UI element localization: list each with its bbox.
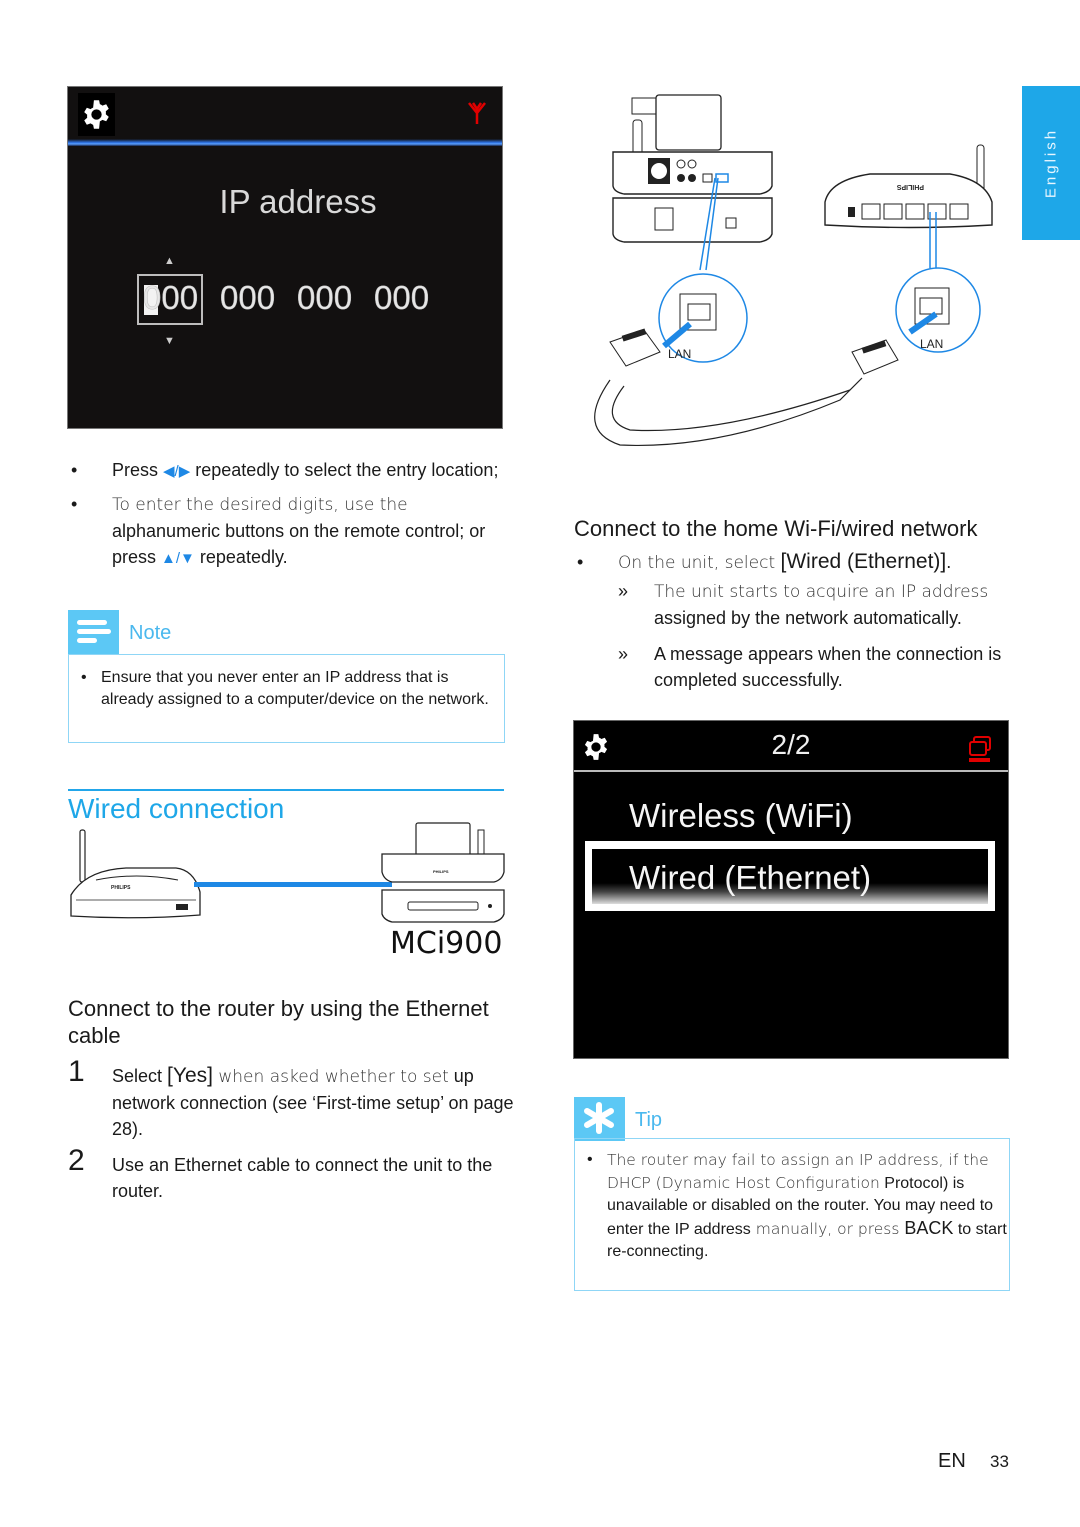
ip-octets: 000 000 000 000 xyxy=(143,279,451,317)
decrement-arrow-icon: ▼ xyxy=(164,335,175,347)
menu-item-wired-label: Wired (Ethernet) xyxy=(629,859,872,896)
increment-arrow-icon: ▲ xyxy=(164,255,175,267)
section-divider xyxy=(68,789,504,791)
home-network-heading: Connect to the home Wi-Fi/wired network xyxy=(574,516,978,541)
lan-label-right: LAN xyxy=(920,337,943,351)
result-item: » A message appears when the connection … xyxy=(618,644,1002,690)
home-network-instructions: • On the unit, select [Wired (Ethernet)]… xyxy=(574,549,1014,703)
tip-body: • The router may fail to assign an IP add… xyxy=(574,1138,1010,1291)
list-item: • Ensure that you never enter an IP addre… xyxy=(81,669,489,708)
router-steps: 1 Select [Yes] when asked whether to set… xyxy=(68,1055,518,1214)
menu-item-wired-selected[interactable]: Wired (Ethernet) xyxy=(585,841,995,911)
page-number: 33 xyxy=(990,1452,1009,1471)
ethernet-cable-illustration xyxy=(594,328,899,447)
ip-octet-4[interactable]: 000 xyxy=(374,279,451,317)
list-item: • The router may fail to assign an IP add… xyxy=(587,1151,1007,1260)
note-callout: Note • Ensure that you never enter an IP … xyxy=(68,610,505,743)
ip-address-screen: IP address ▲ 000 000 000 000 ▼ xyxy=(67,86,503,429)
footer-language: EN xyxy=(938,1450,966,1472)
menu-item-wireless[interactable]: Wireless (WiFi) xyxy=(629,797,853,835)
ethernet-cable-line xyxy=(194,882,392,887)
tip-label: Tip xyxy=(635,1109,663,1131)
result-item: » The unit starts to acquire an IP addre… xyxy=(618,581,989,628)
step-item: 2 Use an Ethernet cable to connect the u… xyxy=(68,1144,493,1202)
menu-page-indicator: 2/2 xyxy=(771,729,811,760)
ip-entry-instructions: • Press ◀/▶ repeatedly to select the ent… xyxy=(68,457,508,578)
note-label: Note xyxy=(129,622,172,644)
pc-network-icon xyxy=(968,735,992,768)
svg-text:PHILIPS: PHILIPS xyxy=(433,869,449,874)
ip-octet-3[interactable]: 000 xyxy=(297,279,374,317)
menu-header-divider xyxy=(574,770,1008,772)
header-divider xyxy=(68,139,502,146)
antenna-icon xyxy=(467,101,487,130)
list-item: • To enter the desired digits, use the a… xyxy=(71,494,486,567)
device-model-label: MCi900 xyxy=(390,926,503,961)
mci900-rear-illustration xyxy=(612,94,773,243)
language-tab: English xyxy=(1022,86,1080,240)
language-tab-label: English xyxy=(1042,127,1060,199)
settings-gear-icon xyxy=(78,93,115,136)
router-subsection-heading: Connect to the router by using the Ether… xyxy=(68,996,489,1048)
note-body: • Ensure that you never enter an IP addre… xyxy=(68,654,505,743)
svg-text:PHILIPS: PHILIPS xyxy=(111,885,131,891)
network-type-menu-screen: 2/2 Wireless (WiFi) Wired (Ethernet) xyxy=(573,720,1009,1059)
router-rear-illustration: PHILIPS xyxy=(824,144,993,229)
ip-screen-title: IP address xyxy=(219,183,377,220)
tip-callout: Tip • The router may fail to assign an IP… xyxy=(574,1097,1010,1291)
step-item: 1 Select [Yes] when asked whether to set… xyxy=(68,1055,514,1140)
list-item: • On the unit, select [Wired (Ethernet)]… xyxy=(577,550,952,573)
up-down-arrow-icon: ▲/▼ xyxy=(161,550,195,567)
lan-label-left: LAN xyxy=(668,347,691,361)
ip-octet-1[interactable]: 000 xyxy=(143,279,220,317)
mci900-unit-illustration: PHILIPS xyxy=(381,822,505,923)
lan-cable-diagram: PHILIPS LAN LAN xyxy=(594,94,993,447)
svg-text:PHILIPS: PHILIPS xyxy=(896,183,924,190)
tip-asterisk-icon xyxy=(574,1097,625,1141)
left-right-arrow-icon: ◀/▶ xyxy=(163,463,191,480)
list-item: • Press ◀/▶ repeatedly to select the ent… xyxy=(71,460,499,480)
ip-octet-2[interactable]: 000 xyxy=(220,279,297,317)
router-illustration: PHILIPS xyxy=(70,829,201,919)
note-lines-icon xyxy=(68,610,119,654)
